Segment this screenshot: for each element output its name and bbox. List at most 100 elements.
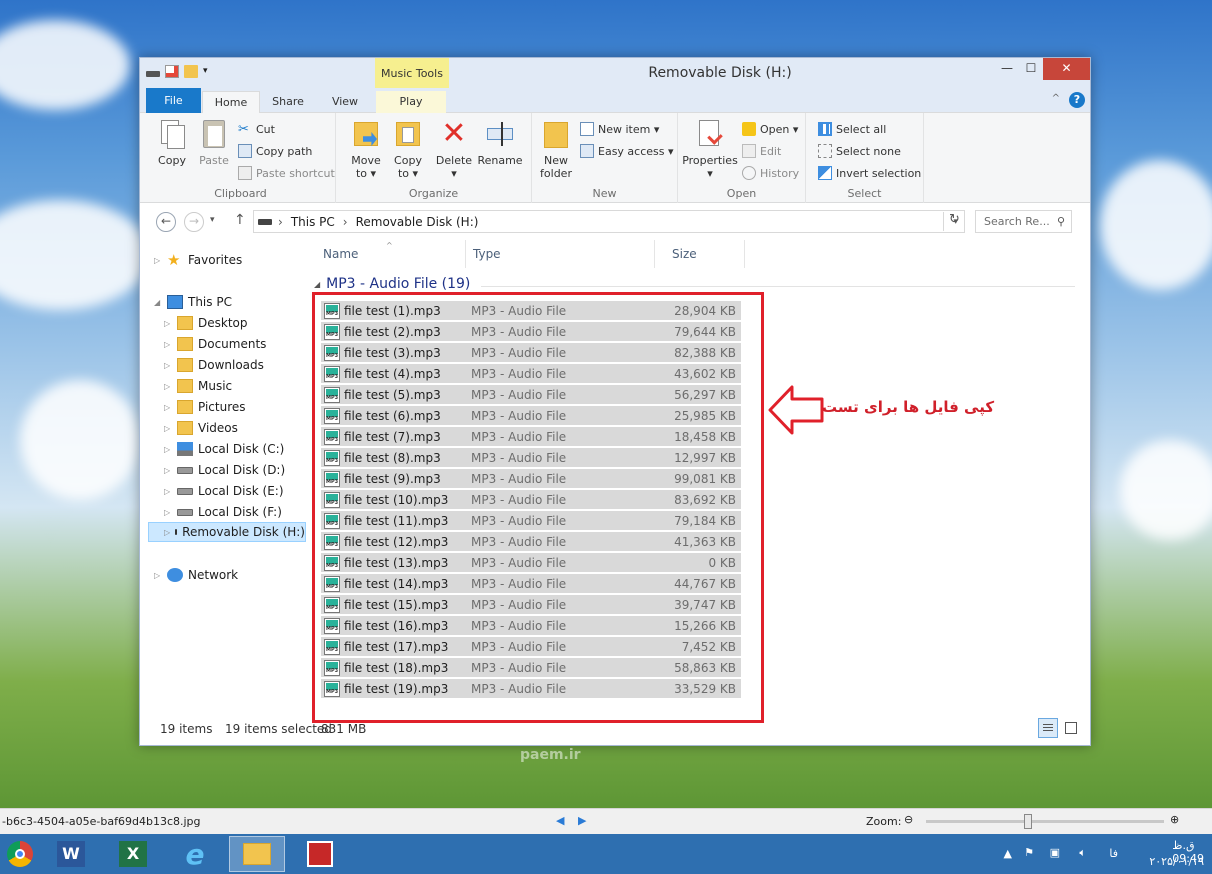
windows-drive-icon	[177, 442, 193, 456]
search-icon: ⚲	[1056, 215, 1065, 228]
zoom-out-icon[interactable]: ⊖	[904, 813, 913, 826]
taskbar-word[interactable]: W	[43, 836, 99, 872]
tab-file[interactable]: File	[146, 88, 201, 113]
delete-button[interactable]: ✕ Delete ▾	[434, 116, 474, 181]
help-icon[interactable]: ?	[1069, 92, 1085, 108]
new-item-label: New item ▾	[598, 122, 660, 136]
close-button[interactable]: ✕	[1043, 58, 1090, 80]
nav-network-label: Network	[188, 568, 239, 582]
nav-network[interactable]: ▷ Network	[154, 565, 238, 585]
rename-button[interactable]: Rename	[476, 118, 524, 167]
previous-image-icon[interactable]: ◀	[556, 814, 564, 827]
title-bar[interactable]: ▾ Music Tools Removable Disk (H:) — ☐ ✕	[140, 58, 1090, 88]
nav-music[interactable]: ▷ Music	[164, 376, 232, 396]
viewer-filename: -b6c3-4504-a05e-baf69d4b13c8.jpg	[2, 815, 201, 828]
nav-documents[interactable]: ▷ Documents	[164, 334, 266, 354]
taskbar-file-explorer[interactable]	[229, 836, 285, 872]
group-header[interactable]: ◢ MP3 - Audio File (19)	[314, 276, 470, 292]
show-hidden-icons-icon[interactable]: ▲	[1004, 847, 1012, 860]
refresh-icon[interactable]: ↻	[943, 212, 965, 231]
move-to-button[interactable]: Move to ▾	[346, 118, 386, 180]
ribbon: Copy Paste ✂ Cut Copy path Paste shortcut…	[140, 113, 1090, 203]
nav-pictures[interactable]: ▷ Pictures	[164, 397, 246, 417]
history-button[interactable]: History	[742, 164, 799, 182]
taskbar-internet-explorer[interactable]: e	[167, 836, 223, 872]
nav-local-disk-c[interactable]: ▷ Local Disk (C:)	[164, 439, 284, 459]
large-icons-view-button[interactable]	[1061, 718, 1081, 738]
copy-button[interactable]: Copy	[150, 118, 194, 167]
properties-label: Properties	[682, 154, 738, 167]
tab-view[interactable]: View	[318, 91, 372, 114]
expand-icon: ▷	[164, 423, 171, 433]
column-header-name[interactable]: Name ^	[306, 240, 466, 268]
new-item-button[interactable]: New item ▾	[580, 120, 659, 138]
tab-share[interactable]: Share	[262, 91, 314, 114]
details-view-button[interactable]	[1038, 718, 1058, 738]
collapse-ribbon-icon[interactable]: ^	[1052, 93, 1060, 104]
downloads-folder-icon	[177, 358, 193, 372]
item-count: 19 items	[160, 722, 213, 736]
volume-icon[interactable]: 🔈︎	[1079, 846, 1086, 860]
network-status-icon[interactable]: ▣	[1050, 846, 1060, 859]
image-app-icon	[307, 841, 333, 867]
expand-icon: ▷	[154, 570, 161, 580]
expand-icon: ▷	[164, 527, 171, 537]
open-button[interactable]: Open ▾	[742, 120, 798, 138]
delete-x-icon: ✕	[441, 116, 467, 151]
open-group: Properties ▾ Open ▾ Edit History Open	[678, 113, 806, 203]
nav-local-disk-d[interactable]: ▷ Local Disk (D:)	[164, 460, 285, 480]
nav-this-pc[interactable]: ◢ This PC	[154, 292, 232, 312]
nav-downloads[interactable]: ▷ Downloads	[164, 355, 264, 375]
nav-removable-disk-h[interactable]: ▷ Removable Disk (H:)	[148, 522, 306, 542]
organize-group-label: Organize	[408, 187, 459, 200]
breadcrumb-this-pc[interactable]: This PC	[291, 215, 335, 229]
zoom-in-icon[interactable]: ⊕	[1170, 813, 1179, 826]
properties-button[interactable]: Properties ▾	[682, 118, 738, 180]
nav-local-disk-f[interactable]: ▷ Local Disk (F:)	[164, 502, 282, 522]
recent-locations-icon[interactable]: ▾	[210, 215, 215, 225]
edit-button[interactable]: Edit	[742, 142, 781, 160]
breadcrumb-removable-disk[interactable]: Removable Disk (H:)	[356, 215, 479, 229]
copy-label: Copy	[158, 154, 186, 167]
cloud-decoration	[20, 380, 140, 500]
select-none-button[interactable]: Select none	[818, 142, 901, 160]
action-center-flag-icon[interactable]: ⚑	[1024, 846, 1034, 859]
zoom-slider-thumb[interactable]	[1024, 814, 1032, 829]
forward-button[interactable]: →	[184, 212, 204, 232]
cut-button[interactable]: ✂ Cut	[238, 120, 275, 138]
copy-to-button[interactable]: Copy to ▾	[388, 118, 428, 180]
select-all-button[interactable]: Select all	[818, 120, 886, 138]
next-image-icon[interactable]: ▶	[578, 814, 586, 827]
invert-selection-button[interactable]: Invert selection	[818, 164, 921, 182]
copy-path-button[interactable]: Copy path	[238, 142, 312, 160]
nav-videos[interactable]: ▷ Videos	[164, 418, 238, 438]
clock-date[interactable]: ۲۰۲۵/۰۱/۱۹	[1149, 855, 1204, 868]
new-folder-button[interactable]: New folder	[536, 118, 576, 180]
up-arrow-icon[interactable]: ↑	[234, 212, 246, 228]
nav-local-disk-e[interactable]: ▷ Local Disk (E:)	[164, 481, 284, 501]
new-group-label: New	[592, 187, 617, 200]
taskbar-chrome[interactable]	[0, 836, 40, 872]
minimize-button[interactable]: —	[995, 58, 1019, 80]
tab-home[interactable]: Home	[202, 91, 260, 114]
paste-shortcut-button[interactable]: Paste shortcut	[238, 164, 335, 182]
computer-icon	[167, 295, 183, 309]
address-bar[interactable]: › This PC › Removable Disk (H:) ▾	[253, 210, 965, 233]
nav-this-pc-label: This PC	[188, 295, 232, 309]
nav-favorites[interactable]: ▷ ★ Favorites	[154, 250, 242, 270]
language-indicator[interactable]: فا	[1109, 847, 1118, 860]
tab-play[interactable]: Play	[376, 91, 446, 114]
search-input[interactable]: Search Re... ⚲	[975, 210, 1072, 233]
annotation-arrow-icon	[768, 385, 824, 435]
back-button[interactable]: ←	[156, 212, 176, 232]
column-header-type[interactable]: Type	[456, 240, 655, 268]
maximize-button[interactable]: ☐	[1019, 58, 1043, 80]
easy-access-button[interactable]: Easy access ▾	[580, 142, 674, 160]
cut-label: Cut	[256, 122, 275, 136]
taskbar-excel[interactable]: X	[105, 836, 161, 872]
taskbar-image-app[interactable]	[292, 836, 348, 872]
paste-button[interactable]: Paste	[194, 118, 234, 167]
zoom-slider[interactable]	[926, 814, 1164, 829]
column-header-size[interactable]: Size	[655, 240, 745, 268]
nav-desktop[interactable]: ▷ Desktop	[164, 313, 248, 333]
